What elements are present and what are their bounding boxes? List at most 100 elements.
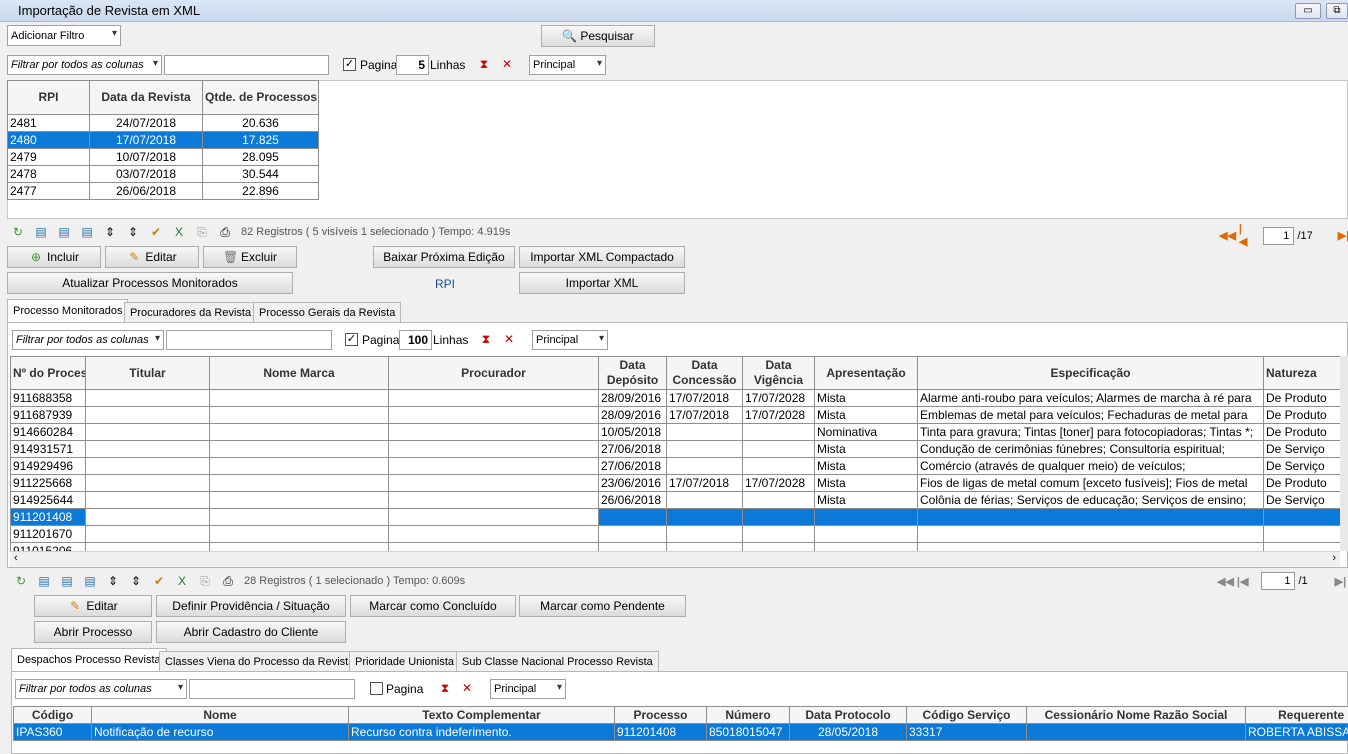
scroll-left-icon[interactable]: ‹: [14, 552, 18, 564]
column-width-icon[interactable]: ⇕: [106, 574, 120, 588]
tab-processo-monitorados[interactable]: Processo Monitorados: [7, 299, 129, 322]
grid2-filter-dropdown[interactable]: Filtrar por todos as colunas ▾: [12, 330, 164, 350]
next-page-icon[interactable]: ▶|: [1338, 229, 1348, 242]
grid1-lines-input[interactable]: 5: [396, 55, 429, 75]
excel-icon[interactable]: X: [175, 574, 189, 588]
import-xml-button[interactable]: Importar XML: [519, 272, 685, 294]
first-page-icon[interactable]: ◀◀: [1219, 229, 1236, 242]
next-page-icon[interactable]: ▶|: [1335, 575, 1347, 588]
grid1-page-input[interactable]: 1: [1262, 226, 1295, 245]
column-header[interactable]: Cessionário Nome Razão Social: [1026, 706, 1246, 724]
fit-columns-icon[interactable]: ⇕: [129, 574, 143, 588]
collapse-rows-icon[interactable]: ▤: [60, 574, 74, 588]
column-header[interactable]: Código Serviço: [906, 706, 1027, 724]
expand-rows-icon[interactable]: ▤: [37, 574, 51, 588]
first-page-icon[interactable]: ◀◀: [1217, 575, 1234, 588]
column-header[interactable]: Data Vigência: [742, 356, 815, 390]
table-row[interactable]: 911688358 28/09/2016 17/07/2018 17/07/2028 M…: [10, 389, 1340, 407]
open-process-button[interactable]: Abrir Processo: [34, 621, 152, 643]
grid3-filter-dropdown[interactable]: Filtrar por todos as colunas ▾: [15, 679, 187, 699]
grid2-layout-dropdown[interactable]: Principal ▾: [532, 330, 608, 350]
define-status-button[interactable]: Definir Providência / Situação: [156, 595, 346, 617]
print-icon[interactable]: ⎙: [218, 225, 232, 239]
table-row[interactable]: 911201670: [10, 525, 1340, 543]
minimize-button[interactable]: ▭: [1295, 3, 1321, 19]
edit-process-button[interactable]: ✎ Editar: [34, 595, 152, 617]
column-header[interactable]: Processo: [614, 706, 707, 724]
table-row[interactable]: 914929496 27/06/2018 Mista Comércio (atravé…: [10, 457, 1340, 475]
grid-view-icon[interactable]: ▤: [80, 225, 94, 239]
refresh-icon[interactable]: ↻: [11, 225, 25, 239]
table-row-selected[interactable]: 911201408: [10, 508, 1340, 526]
column-header[interactable]: Data Protocolo: [789, 706, 907, 724]
column-header[interactable]: Nome Marca: [209, 356, 389, 390]
table-row[interactable]: 911015206: [10, 542, 1340, 551]
column-header[interactable]: RPI: [7, 80, 90, 115]
column-header[interactable]: Procurador: [388, 356, 599, 390]
check-icon[interactable]: ✔: [149, 225, 163, 239]
column-header[interactable]: Data da Revista: [89, 80, 203, 115]
download-next-edition-button[interactable]: Baixar Próxima Edição: [373, 246, 515, 268]
table-row[interactable]: 911687939 28/09/2016 17/07/2018 17/07/2028 M…: [10, 406, 1340, 424]
mark-concluded-button[interactable]: Marcar como Concluído: [350, 595, 516, 617]
table-row[interactable]: 914660284 10/05/2018 Nominativa Tinta para …: [10, 423, 1340, 441]
clear-filter-icon[interactable]: ⧗: [479, 332, 493, 346]
column-header[interactable]: Nº do Processo: [10, 356, 86, 390]
table-row[interactable]: 911225668 23/06/2016 17/07/2018 17/07/2028 M…: [10, 474, 1340, 492]
table-row-selected[interactable]: IPAS360 Notificação de recurso Recurso c…: [13, 723, 1348, 741]
check-icon[interactable]: ✔: [152, 574, 166, 588]
grid2-horizontal-scrollbar[interactable]: ‹ ›: [10, 551, 1340, 567]
column-header[interactable]: Data Concessão: [666, 356, 743, 390]
import-compressed-xml-button[interactable]: Importar XML Compactado: [519, 246, 685, 268]
edit-button[interactable]: ✎ Editar: [105, 246, 199, 268]
table-row-selected[interactable]: 2480 17/07/2018 17.825: [7, 131, 319, 149]
grid-view-icon[interactable]: ▤: [83, 574, 97, 588]
fit-columns-icon[interactable]: ⇕: [126, 225, 140, 239]
column-header[interactable]: Qtde. de Processos Gerais: [202, 80, 319, 115]
column-header[interactable]: Nome: [91, 706, 349, 724]
column-header[interactable]: Apresentação: [814, 356, 918, 390]
add-filter-dropdown[interactable]: Adicionar Filtro ▾: [7, 25, 121, 46]
restore-button[interactable]: ⧉: [1326, 3, 1348, 19]
tab-prioridade-unionista[interactable]: Prioridade Unionista: [349, 651, 461, 672]
collapse-rows-icon[interactable]: ▤: [57, 225, 71, 239]
grid3-layout-dropdown[interactable]: Principal ▾: [490, 679, 566, 699]
mark-pending-button[interactable]: Marcar como Pendente: [519, 595, 686, 617]
expand-rows-icon[interactable]: ▤: [34, 225, 48, 239]
remove-filter-icon[interactable]: ✕: [460, 681, 474, 695]
tab-procuradores[interactable]: Procuradores da Revista: [124, 302, 258, 323]
grid3-page-checkbox[interactable]: [370, 682, 383, 695]
copy-icon[interactable]: ⎘: [198, 574, 212, 588]
table-row[interactable]: 2481 24/07/2018 20.636: [7, 114, 319, 132]
column-header[interactable]: Código: [13, 706, 92, 724]
grid3-filter-input[interactable]: [189, 679, 355, 699]
column-header[interactable]: Texto Complementar: [348, 706, 615, 724]
grid2-page-checkbox[interactable]: ✓: [345, 333, 358, 346]
remove-filter-icon[interactable]: ✕: [502, 332, 516, 346]
grid2-vertical-scrollbar[interactable]: [1340, 356, 1348, 551]
column-width-icon[interactable]: ⇕: [103, 225, 117, 239]
excel-icon[interactable]: X: [172, 225, 186, 239]
prev-page-icon[interactable]: |◀: [1237, 575, 1249, 588]
column-header[interactable]: Natureza: [1263, 356, 1340, 390]
open-client-button[interactable]: Abrir Cadastro do Cliente: [156, 621, 346, 643]
copy-icon[interactable]: ⎘: [195, 225, 209, 239]
column-header[interactable]: Especificação: [917, 356, 1264, 390]
table-row[interactable]: 914931571 27/06/2018 Mista Condução de ceri…: [10, 440, 1340, 458]
column-header[interactable]: Número: [706, 706, 790, 724]
column-header[interactable]: Titular: [85, 356, 210, 390]
tab-despachos[interactable]: Despachos Processo Revista: [11, 648, 167, 671]
remove-filter-icon[interactable]: ✕: [500, 57, 514, 71]
table-row[interactable]: 914925644 26/06/2018 Mista Colônia de féria…: [10, 491, 1340, 509]
column-header[interactable]: Requerente Nome: [1245, 706, 1348, 724]
include-button[interactable]: ⊕ Incluir: [7, 246, 101, 268]
grid1-filter-input[interactable]: [164, 55, 329, 75]
tab-processo-gerais[interactable]: Processo Gerais da Revista: [253, 302, 402, 323]
grid2-lines-input[interactable]: 100: [399, 330, 432, 350]
tab-sub-classe[interactable]: Sub Classe Nacional Processo Revista: [456, 651, 659, 672]
search-button[interactable]: 🔍 Pesquisar: [541, 25, 655, 47]
scroll-right-icon[interactable]: ›: [1332, 552, 1336, 564]
clear-filter-icon[interactable]: ⧗: [477, 57, 491, 71]
prev-page-icon[interactable]: |◀: [1239, 223, 1250, 248]
grid2-filter-input[interactable]: [166, 330, 332, 350]
